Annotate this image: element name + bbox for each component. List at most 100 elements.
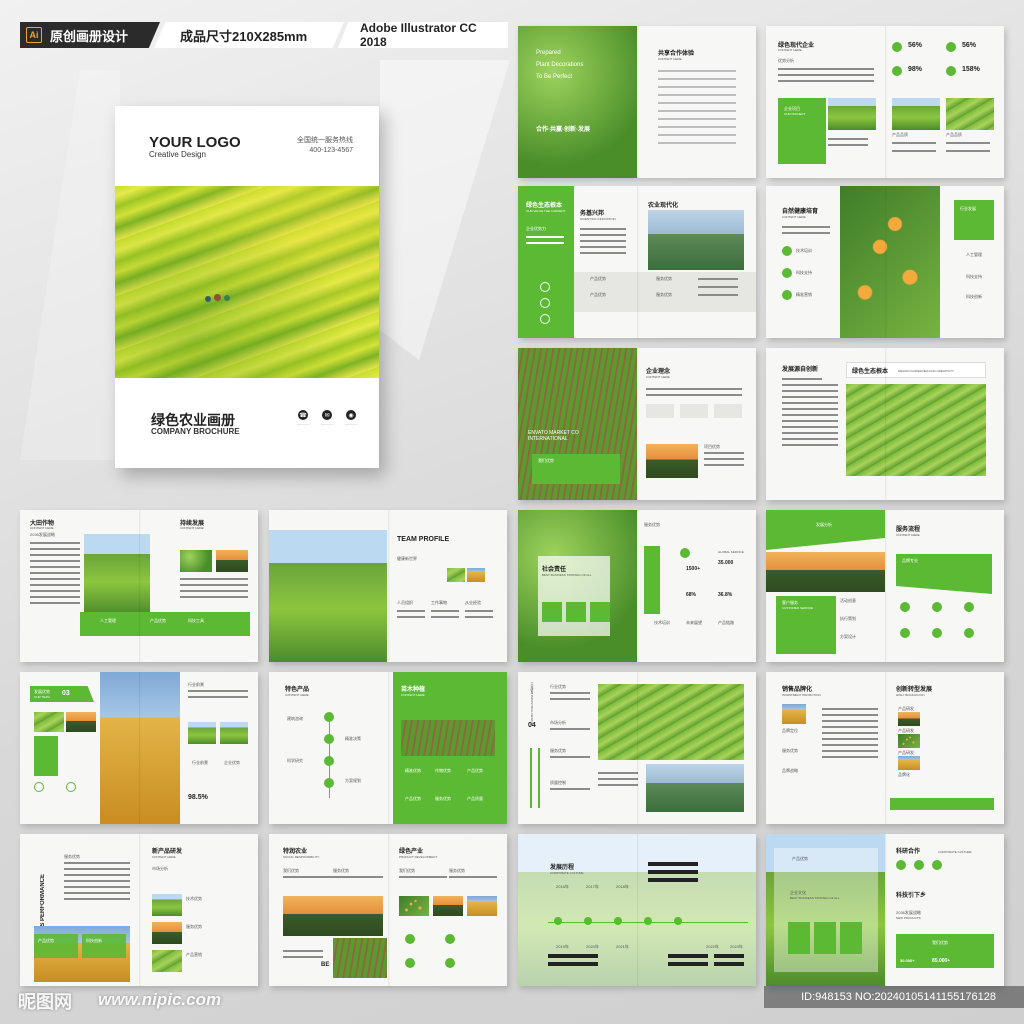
s12-node-3: 科学研究 <box>287 758 303 763</box>
s3-i3: 产品优势 <box>590 292 606 297</box>
s7-field-photo <box>84 534 150 614</box>
spread-social: 社会责任 BEST BUSINESS STRATEG OF ALL 服务优势 1… <box>518 510 756 662</box>
s2-label-2: 产品品质 <box>946 132 962 137</box>
s3-t2: 务基兴邦 <box>580 211 605 217</box>
spread-modern-enterprise: 绿色现代企业 CONTENT HERE 优势分析 企业项目 OUR PROJEC… <box>766 26 1004 178</box>
green-photo <box>518 26 637 178</box>
s8-i2: 工作事物 <box>431 600 447 605</box>
spread-service: 发展分析 客户服务 CUSTOMER SERVICE 活动创意 执行策划 方案设… <box>766 510 1004 662</box>
s7-b2: 产品优势 <box>150 618 166 623</box>
s12-node-1: 建筑咨询 <box>287 716 303 721</box>
s17-year-1: 2016年 <box>556 884 569 889</box>
s16-t2: 绿色产业 <box>399 849 424 855</box>
s9-sub: BEST BUSINESS STRATEG OF ALL <box>542 573 592 577</box>
s13-title: 行业优势 <box>550 684 566 689</box>
wechat-icon: ◉ ———— <box>345 410 357 426</box>
s11-t2: 行业前景 <box>188 682 204 687</box>
s11-pct: 98.5% <box>188 794 208 801</box>
s9-stat-3: 68% <box>686 592 697 598</box>
s12-item-6: 产品质量 <box>467 796 483 801</box>
s11-i1: 行业前景 <box>192 760 208 765</box>
harvest-photo <box>646 444 698 478</box>
s16-i2: 服务优势 <box>333 868 349 873</box>
s11-tagen: OUR TEAM <box>34 695 50 699</box>
s5-tag: 我们优势 <box>538 458 554 463</box>
s14-item-2: 服务优势 <box>782 748 798 753</box>
search-icon <box>540 282 550 292</box>
spread-team: TEAM PROFILE 健康新世界 人员组织 工作事物 从业经验 <box>269 510 507 662</box>
s14-title: 销售品牌化 <box>782 687 813 693</box>
spread-philosophy: ENVATO MARKET CO INTERNATIONAL 我们优势 企业理念… <box>518 348 756 500</box>
spread-advantages: 发展优势 OUR TEAM 03 行业前景 行业前景 企业优势 98.5% <box>20 672 258 824</box>
s10-item-2: 执行策划 <box>840 616 856 621</box>
s4-item2-1: 人工管理 <box>966 252 982 257</box>
s15-t2: 新产品研发 <box>152 849 183 855</box>
spread-sales-brand: 销售品牌化 INVESTMENT PROMOTION 品牌定位 服务优势 品牌战… <box>766 672 1004 824</box>
s3-i1: 产品优势 <box>590 276 606 281</box>
s4-item-3: 精准营销 <box>796 292 812 297</box>
s17-year-4: 2019年 <box>556 944 569 949</box>
watermark-logo: 昵图网 <box>18 992 72 1013</box>
spread-industry: 04 工业研发 INDUSTRIAL DESIGN 行业优势 市场分析 服务优势… <box>518 672 756 824</box>
watermark-url: www.nipic.com <box>98 990 222 1009</box>
green-field-photo <box>846 384 986 476</box>
s8-i3: 从业经验 <box>465 600 481 605</box>
bg-shard-2 <box>20 70 120 460</box>
spread-ecology: 绿色生态根本 OUR VALUE THE CURRENT 企业优势力 务基兴邦 … <box>518 186 756 338</box>
s4-icon <box>782 290 792 300</box>
s16-title: 特润农业 <box>283 849 308 855</box>
brand-label: 原创画册设计 <box>50 28 129 44</box>
s9-title: 社会责任 <box>542 567 567 573</box>
s3-t2en: SCIENTIFIC INNOVATION <box>580 217 616 221</box>
s6-t2: 绿色生态根本 <box>852 369 889 375</box>
s2-analysis: 优势分析 <box>778 58 794 63</box>
s11-num: 03 <box>62 690 70 697</box>
terrace-photo <box>115 186 379 378</box>
s9-tag: 服务优势 <box>644 522 660 527</box>
s18-t4: 科技引下乡 <box>896 893 927 899</box>
s12-item-3: 产品优势 <box>467 768 483 773</box>
s4-item-2: 科技支持 <box>796 270 812 275</box>
s15-b2: 科技创新 <box>86 938 102 943</box>
s10-item-3: 方案设计 <box>840 634 856 639</box>
s4-icon <box>782 246 792 256</box>
s6-title: 发展源自创新 <box>782 367 819 373</box>
stat-icon <box>892 66 902 76</box>
s2-photo-1 <box>828 98 876 130</box>
s13-item-3: 质量控制 <box>550 780 566 785</box>
s2-stat-3: 98% <box>908 66 923 73</box>
s9-b2: 未来展望 <box>686 620 702 625</box>
s12-item-4: 产品优势 <box>405 796 421 801</box>
en-line-1: Prepared <box>536 50 561 56</box>
s3-en: OUR VALUE THE CURRENT <box>526 209 566 213</box>
s18-t3: 科研合作 <box>896 849 921 855</box>
s7-t2sub: CONTENT HERE <box>180 526 204 530</box>
spread-natural-health: 自然健康培育 CONTENT HERE 技术培训 科技支持 精准营销 行业发展 … <box>766 186 1004 338</box>
stat-icon <box>946 42 956 52</box>
s7-green-band <box>80 612 250 636</box>
s15-item-4: 产品营销 <box>186 952 202 957</box>
s5-title: 企业理念 <box>646 369 671 375</box>
s12-title: 特色产品 <box>285 687 310 693</box>
s15-t1: 服务优势 <box>64 854 80 859</box>
s7-b1: 人工管理 <box>100 618 116 623</box>
s17-title: 发展历程 <box>550 865 575 871</box>
s2-stat-1: 56% <box>908 42 923 49</box>
s17-year-7: 2022年 <box>706 944 719 949</box>
s5-t2: 项目优势 <box>704 444 720 449</box>
s9-b3: 产品链路 <box>718 620 734 625</box>
gear-icon <box>540 298 550 308</box>
s11-i2: 企业优势 <box>224 760 240 765</box>
spread-products: 特色产品 CONTENT HERE 建筑咨询 精准决策 科学研究 方案规划 苗木… <box>269 672 507 824</box>
s18-t1: 产品优势 <box>792 856 808 861</box>
s3-i4: 服务优势 <box>656 292 672 297</box>
s2-stat-2: 56% <box>962 42 977 49</box>
spread-field-crops: 大田作物 CONTENT HERE 2035发展战略 持续发展 CONTENT … <box>20 510 258 662</box>
software-label: Adobe Illustrator CC 2018 <box>338 22 508 48</box>
s13-item-2: 服务优势 <box>550 748 566 753</box>
s9-b1: 技术培训 <box>654 620 670 625</box>
s9-stat-1: 1500+ <box>686 566 701 572</box>
s16-sub: SOCIAL RESPONSIBILITY <box>283 855 320 859</box>
s18-n2: 85.000+ <box>932 958 951 964</box>
s13-item-1: 市场分析 <box>550 720 566 725</box>
